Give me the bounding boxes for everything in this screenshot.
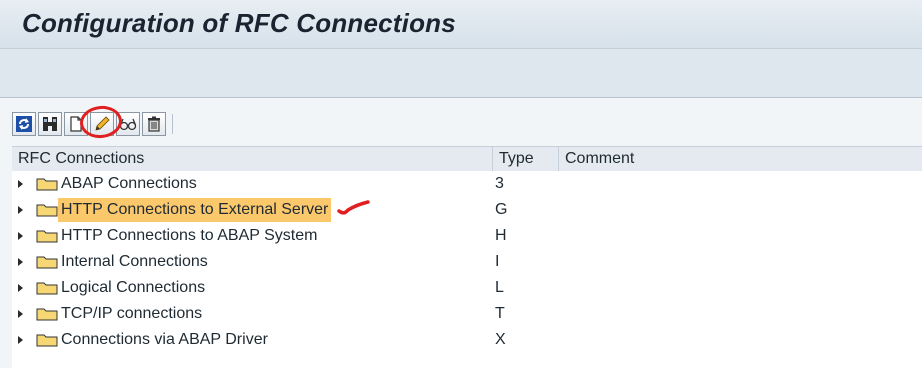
folder-icon [36,178,58,191]
tree-node-label[interactable]: HTTP Connections to ABAP System [58,224,320,248]
toolbar-separator [172,114,173,134]
type-cell: H [495,227,507,244]
refresh-button[interactable] [12,112,36,136]
tree-row-http-abap[interactable]: HTTP Connections to ABAP System H [12,223,922,249]
find-button[interactable] [38,112,62,136]
expand-arrow-icon[interactable] [18,180,23,188]
folder-icon [36,308,58,321]
tree-row-tcpip[interactable]: TCP/IP connections T [12,301,922,327]
type-cell: L [495,279,504,296]
expand-arrow-icon[interactable] [18,310,23,318]
application-toolbar [0,49,922,98]
annotation-checkmark [337,200,370,215]
type-cell: G [495,201,508,218]
tree-header: RFC Connections Type Comment [12,146,922,172]
tree-node-label[interactable]: Internal Connections [58,250,211,274]
expand-arrow-icon[interactable] [18,232,23,240]
binoculars-icon [43,117,57,131]
tree-node-label[interactable]: Logical Connections [58,276,208,300]
expand-arrow-icon[interactable] [18,258,23,266]
folder-icon [36,282,58,295]
folder-icon [36,204,58,217]
expand-arrow-icon[interactable] [18,336,23,344]
expand-arrow-icon[interactable] [18,206,23,214]
tree-row-abap-connections[interactable]: ABAP Connections 3 [12,171,922,197]
tree-node-label[interactable]: HTTP Connections to External Server [58,198,332,222]
type-cell: X [495,331,506,348]
tree-row-logical[interactable]: Logical Connections L [12,275,922,301]
tree-row-http-external[interactable]: HTTP Connections to External Server G [12,197,922,223]
title-bar: Configuration of RFC Connections [0,0,922,49]
tree-node-label[interactable]: TCP/IP connections [58,302,205,326]
tree-row-abap-driver[interactable]: Connections via ABAP Driver X [12,327,922,353]
delete-button[interactable] [142,112,166,136]
page-title: Configuration of RFC Connections [22,8,456,38]
column-header-rfc-connections[interactable]: RFC Connections [12,147,492,171]
refresh-icon [16,116,32,132]
tree-body: ABAP Connections 3 HTTP Connections to E… [12,171,922,368]
type-cell: I [495,253,500,270]
column-header-comment[interactable]: Comment [558,147,922,171]
folder-icon [36,334,58,347]
expand-arrow-icon[interactable] [18,284,23,292]
tree-node-label[interactable]: ABAP Connections [58,172,200,196]
folder-icon [36,230,58,243]
folder-icon [36,256,58,269]
tree-row-internal[interactable]: Internal Connections I [12,249,922,275]
trash-icon [148,116,160,132]
tree-node-label[interactable]: Connections via ABAP Driver [58,328,271,352]
type-cell: 3 [495,175,504,192]
column-header-type[interactable]: Type [492,147,558,171]
type-cell: T [495,305,505,322]
